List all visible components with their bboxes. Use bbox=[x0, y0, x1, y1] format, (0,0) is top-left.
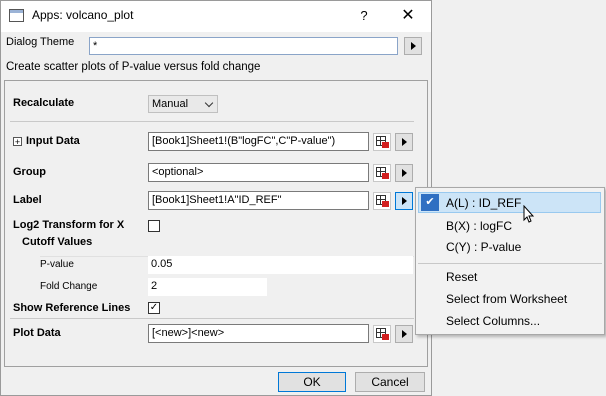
divider bbox=[10, 121, 414, 122]
menu-item-a[interactable]: A(L) : ID_REF bbox=[446, 196, 521, 210]
show-ref-checkbox[interactable]: ✓ bbox=[148, 302, 160, 314]
select-from-table-icon[interactable] bbox=[373, 164, 391, 182]
close-button[interactable]: ✕ bbox=[394, 4, 422, 28]
checkmark-icon: ✔ bbox=[421, 194, 439, 211]
group-menu-button[interactable] bbox=[395, 164, 413, 182]
arrow-right-icon bbox=[402, 138, 407, 146]
recalculate-dropdown[interactable]: Manual bbox=[148, 95, 218, 113]
plot-data-label: Plot Data bbox=[13, 327, 61, 339]
group-field[interactable]: <optional> bbox=[148, 163, 369, 182]
log2-label: Log2 Transform for X bbox=[13, 219, 125, 231]
dropdown-chevron-icon bbox=[204, 98, 214, 108]
app-window-icon bbox=[9, 9, 24, 22]
label-menu-button[interactable] bbox=[395, 192, 413, 210]
ok-button[interactable]: OK bbox=[278, 372, 346, 392]
log2-checkbox[interactable] bbox=[148, 220, 160, 232]
cutoff-label: Cutoff Values bbox=[22, 236, 93, 248]
group-label: Group bbox=[13, 166, 46, 178]
input-data-menu-button[interactable] bbox=[395, 133, 413, 151]
dialog-theme-label: Dialog Theme bbox=[6, 36, 75, 48]
label-label: Label bbox=[13, 194, 42, 206]
select-from-table-icon[interactable] bbox=[373, 192, 391, 210]
plot-data-menu-button[interactable] bbox=[395, 325, 413, 343]
menu-item-c[interactable]: C(Y) : P-value bbox=[446, 240, 521, 254]
recalculate-label: Recalculate bbox=[13, 97, 75, 109]
foldchange-label: Fold Change bbox=[40, 281, 98, 292]
dialog-theme-input[interactable]: * bbox=[89, 37, 398, 55]
arrow-right-icon bbox=[402, 197, 407, 205]
menu-item-select-columns[interactable]: Select Columns... bbox=[446, 314, 540, 328]
menu-separator bbox=[418, 263, 602, 264]
show-ref-label: Show Reference Lines bbox=[13, 302, 131, 314]
input-data-field[interactable]: [Book1]Sheet1!(B"logFC",C"P-value") bbox=[148, 132, 369, 151]
select-from-table-icon[interactable] bbox=[373, 133, 391, 151]
label-field[interactable]: [Book1]Sheet1!A"ID_REF" bbox=[148, 191, 369, 210]
divider bbox=[10, 318, 414, 319]
checkmark-icon: ✓ bbox=[149, 302, 159, 313]
pvalue-label: P-value bbox=[40, 259, 74, 270]
window-title: Apps: volcano_plot bbox=[32, 8, 134, 22]
cancel-button[interactable]: Cancel bbox=[355, 372, 425, 392]
description-text: Create scatter plots of P-value versus f… bbox=[6, 61, 261, 73]
select-from-table-icon[interactable] bbox=[373, 325, 391, 343]
arrow-right-icon bbox=[402, 169, 407, 177]
theme-menu-button[interactable] bbox=[404, 37, 422, 55]
help-button[interactable]: ? bbox=[352, 4, 376, 28]
pvalue-input[interactable]: 0.05 bbox=[148, 256, 413, 274]
plot-data-field[interactable]: [<new>]<new> bbox=[148, 324, 369, 343]
menu-item-b[interactable]: B(X) : logFC bbox=[446, 219, 512, 233]
input-data-label: Input Data bbox=[26, 135, 80, 147]
arrow-right-icon bbox=[411, 42, 416, 50]
arrow-right-icon bbox=[402, 330, 407, 338]
menu-item-reset[interactable]: Reset bbox=[446, 270, 477, 284]
mouse-cursor-icon bbox=[523, 205, 535, 223]
recalculate-value: Manual bbox=[152, 98, 189, 110]
foldchange-input[interactable]: 2 bbox=[148, 278, 267, 296]
expand-plus-icon[interactable]: + bbox=[13, 137, 22, 147]
menu-item-select-from-worksheet[interactable]: Select from Worksheet bbox=[446, 292, 567, 306]
